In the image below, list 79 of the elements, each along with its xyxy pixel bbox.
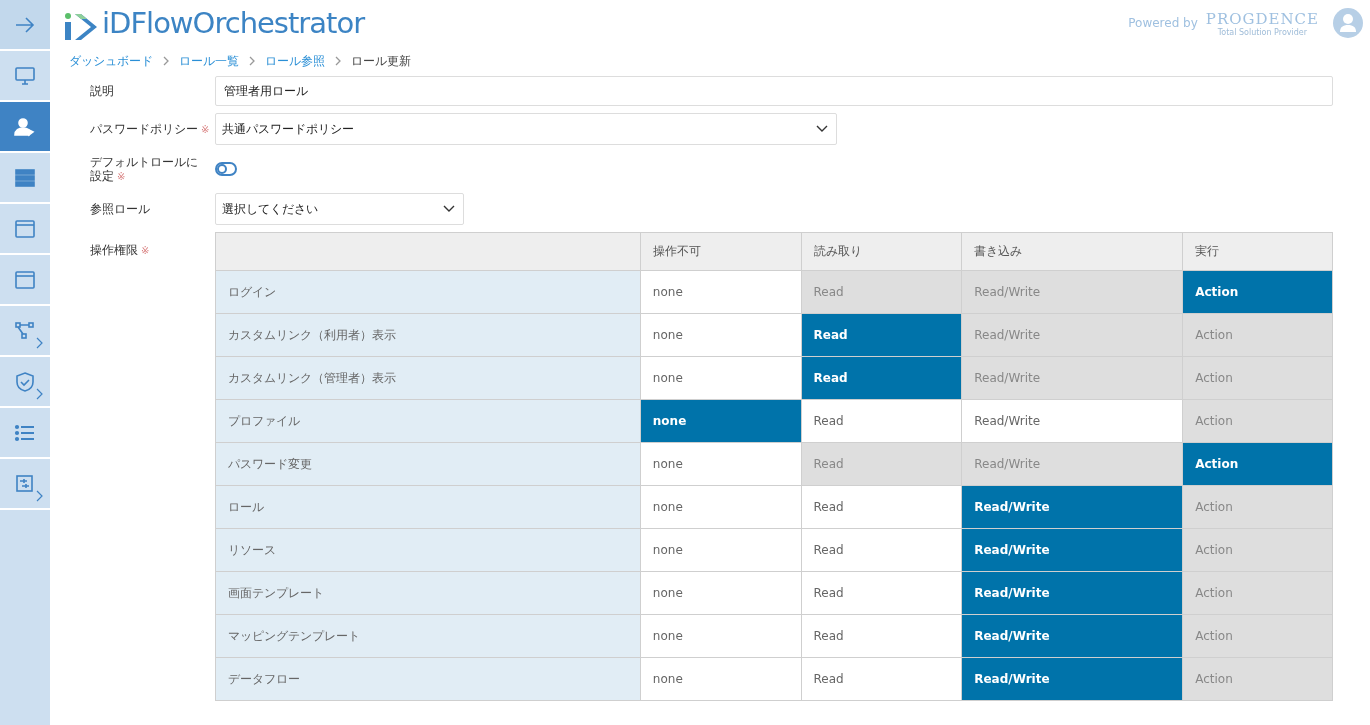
row-label: データフロー (215, 657, 641, 701)
field-label: 参照ロール (90, 201, 150, 216)
permission-cell[interactable]: Read (801, 356, 962, 400)
field-label: パスワードポリシー (90, 121, 198, 136)
window-icon (14, 217, 36, 240)
monitor-icon (14, 64, 36, 87)
field-label: 操作権限 (90, 243, 138, 257)
avatar-icon[interactable] (1333, 8, 1363, 38)
permission-cell[interactable]: Read/Write (961, 657, 1183, 701)
reference-role-select[interactable]: 選択してください (215, 193, 464, 225)
permission-cell[interactable]: Read/Write (961, 528, 1183, 572)
field-label: デフォルトロールに設定 ※ (90, 154, 199, 184)
server-icon (14, 166, 36, 189)
permission-cell[interactable]: Read/Write (961, 614, 1183, 658)
permission-cell[interactable]: Read (801, 571, 962, 615)
permission-cell[interactable]: none (640, 614, 801, 658)
breadcrumb-link[interactable]: ロール参照 (265, 52, 325, 70)
permission-cell[interactable]: Read (801, 614, 962, 658)
required-mark: ※ (201, 123, 210, 135)
row-label: 画面テンプレート (215, 571, 641, 615)
brand-name: PROGDENCE (1205, 9, 1319, 28)
row-label: ロール (215, 485, 641, 529)
window-icon (14, 268, 36, 291)
chevron-down-icon (443, 205, 455, 213)
permission-cell[interactable]: Read/Write (961, 571, 1183, 615)
chevron-right-icon (248, 56, 256, 66)
column-header: 書き込み (961, 232, 1183, 271)
permission-cell[interactable]: none (640, 270, 801, 314)
row-label: パスワード変更 (215, 442, 641, 486)
permission-cell[interactable]: Read/Write (961, 399, 1183, 443)
network-icon (14, 319, 36, 342)
column-header: 読み取り (801, 232, 962, 271)
permission-cell[interactable]: none (640, 399, 801, 443)
user-icon (14, 115, 36, 138)
column-header: 操作不可 (640, 232, 801, 271)
breadcrumb-current: ロール更新 (351, 52, 411, 70)
chevron-right-icon (36, 388, 44, 400)
permission-cell[interactable]: none (640, 528, 801, 572)
breadcrumb-link[interactable]: ダッシュボード (69, 52, 153, 70)
permission-cell[interactable]: Action (1182, 270, 1333, 314)
permission-cell[interactable]: none (640, 657, 801, 701)
logo-mark-icon (65, 12, 99, 40)
password-policy-select[interactable]: 共通パスワードポリシー (215, 113, 837, 145)
chevron-right-icon (36, 490, 44, 502)
field-label: 説明 (90, 83, 114, 98)
sidebar-item[interactable] (0, 0, 50, 51)
chevron-right-icon (162, 56, 170, 66)
description-field[interactable]: 管理者用ロール (215, 76, 1333, 106)
permission-cell[interactable]: none (640, 571, 801, 615)
row-label: カスタムリンク（管理者）表示 (215, 356, 641, 400)
permission-cell[interactable]: Read (801, 657, 962, 701)
row-label: マッピングテンプレート (215, 614, 641, 658)
breadcrumb-link[interactable]: ロール一覧 (179, 52, 239, 70)
permission-cell[interactable]: Read (801, 528, 962, 572)
permission-cell[interactable]: Read (801, 485, 962, 529)
column-header: 実行 (1182, 232, 1333, 271)
permission-cell[interactable]: none (640, 313, 801, 357)
row-label: リソース (215, 528, 641, 572)
shield-check-icon (14, 370, 36, 393)
sidebar-item[interactable] (0, 102, 50, 153)
row-label: ログイン (215, 270, 641, 314)
powered-by-text: Powered by (1128, 16, 1198, 30)
brand-tagline: Total Solution Provider (1217, 27, 1308, 37)
permission-cell[interactable]: Read (801, 313, 962, 357)
chevron-right-icon (334, 56, 342, 66)
permission-cell[interactable]: none (640, 442, 801, 486)
logo-text: iDFlowOrchestrator (102, 6, 365, 40)
row-label: プロファイル (215, 399, 641, 443)
permission-cell[interactable]: none (640, 356, 801, 400)
document-icon (14, 472, 36, 495)
row-label: カスタムリンク（利用者）表示 (215, 313, 641, 357)
permission-cell[interactable]: none (640, 485, 801, 529)
permission-cell[interactable]: Read (801, 399, 962, 443)
toggle-switch[interactable] (215, 162, 237, 176)
required-mark: ※ (141, 245, 150, 256)
chevron-down-icon (816, 125, 828, 133)
chevron-right-icon (36, 337, 44, 349)
permission-cell[interactable]: Read/Write (961, 485, 1183, 529)
permission-cell[interactable]: Action (1182, 442, 1333, 486)
